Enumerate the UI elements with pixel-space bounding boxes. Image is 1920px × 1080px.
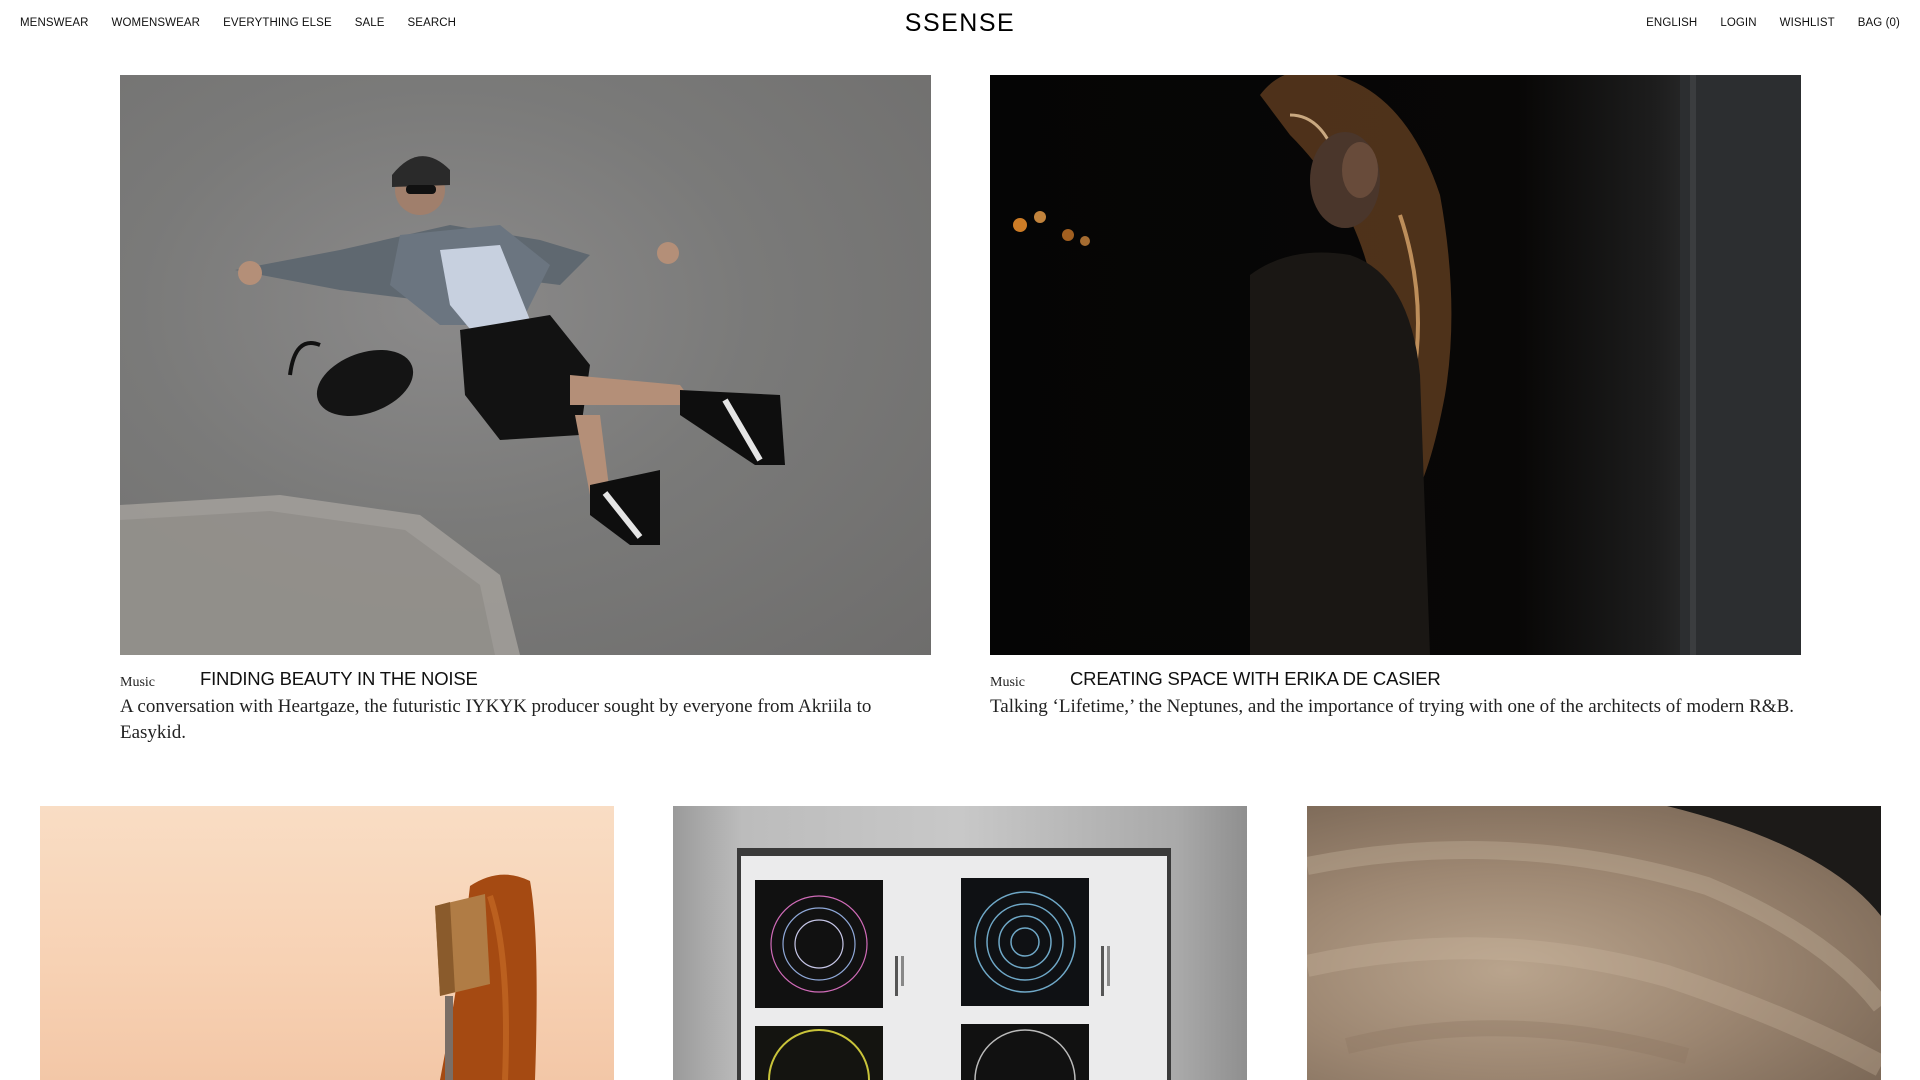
article-category[interactable]: Music [120, 675, 155, 691]
article-image[interactable] [120, 75, 931, 655]
account-nav: ENGLISH LOGIN WISHLIST BAG (0) [1623, 17, 1900, 29]
article-image[interactable] [1307, 806, 1881, 1080]
photo-vinyl-record-sleeves [737, 848, 1171, 1080]
site-header: MENSWEAR WOMENSWEAR EVERYTHING ELSE SALE… [0, 0, 1920, 48]
photo-orange-hair-still-life [435, 874, 537, 1080]
article-description: A conversation with Heartgaze, the futur… [120, 696, 872, 743]
article-description: Talking ‘Lifetime,’ the Neptunes, and th… [990, 696, 1795, 717]
photo-woman-portrait-dark [1013, 75, 1801, 655]
article-title[interactable]: CREATING SPACE WITH ERIKA DE CASIER [1070, 668, 1441, 690]
article-image[interactable] [673, 806, 1247, 1080]
article-category[interactable]: Music [990, 675, 1025, 691]
photo-textured-rug [1307, 806, 1881, 1076]
article-image[interactable] [990, 75, 1801, 655]
nav-language[interactable]: ENGLISH [1646, 17, 1697, 29]
article-title[interactable]: FINDING BEAUTY IN THE NOISE [200, 668, 478, 690]
article-image[interactable] [40, 806, 614, 1080]
nav-bag[interactable]: BAG (0) [1858, 17, 1900, 29]
nav-wishlist[interactable]: WISHLIST [1780, 17, 1835, 29]
nav-login[interactable]: LOGIN [1720, 17, 1756, 29]
photo-man-lying-on-asphalt [120, 156, 785, 655]
